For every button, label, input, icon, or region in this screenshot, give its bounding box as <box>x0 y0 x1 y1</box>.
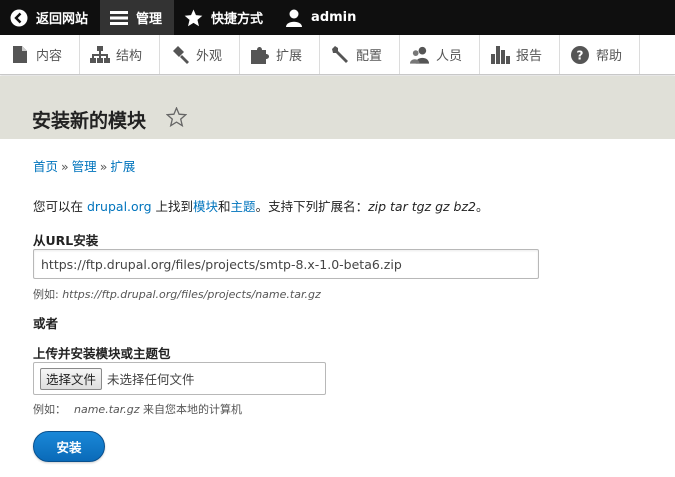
shortcuts-tab[interactable]: 快捷方式 <box>174 0 275 35</box>
url-install-hint: 例如: https://ftp.drupal.org/files/project… <box>33 286 321 302</box>
upload-hint: 例如： name.tar.gz 来自您本地的计算机 <box>33 401 242 417</box>
back-circle-icon <box>10 9 28 27</box>
user-tab[interactable]: admin <box>275 0 368 35</box>
breadcrumb-separator: » <box>99 159 108 174</box>
breadcrumb-admin[interactable]: 管理 <box>72 159 97 174</box>
paintbrush-icon <box>170 45 190 65</box>
bar-chart-icon <box>490 45 510 65</box>
tray-item-content[interactable]: 内容 <box>0 35 80 74</box>
wrench-icon <box>330 45 350 65</box>
tray-item-structure[interactable]: 结构 <box>80 35 160 74</box>
drupal-org-link[interactable]: drupal.org <box>87 199 152 214</box>
shortcuts-label: 快捷方式 <box>211 12 264 27</box>
back-to-site-label: 返回网站 <box>36 12 89 27</box>
page-header: 安装新的模块 <box>0 76 675 139</box>
tray-item-help[interactable]: ? 帮助 <box>560 35 640 74</box>
hint-suffix: 来自您本地的计算机 <box>139 403 243 416</box>
intro-mid2: 。支持下列扩展名： <box>255 199 369 214</box>
choose-file-button[interactable]: 选择文件 <box>40 367 103 390</box>
tray-item-people[interactable]: 人员 <box>400 35 480 74</box>
hint-prefix: 例如： <box>33 403 66 416</box>
user-icon <box>285 9 303 27</box>
tray-item-label: 外观 <box>196 49 223 64</box>
tray-item-label: 扩展 <box>276 49 303 64</box>
file-upload-field: 选择文件 未选择任何文件 <box>33 362 326 395</box>
hint-prefix: 例如: <box>33 288 63 301</box>
themes-link[interactable]: 主题 <box>231 199 256 214</box>
puzzle-icon <box>250 45 270 65</box>
hint-example: https://ftp.drupal.org/files/projects/na… <box>62 288 321 301</box>
intro-and: 和 <box>218 199 231 214</box>
structure-icon <box>90 45 110 65</box>
or-label: 或者 <box>33 316 59 331</box>
breadcrumb: 首页» 管理» 扩展 <box>33 156 135 175</box>
breadcrumb-extend[interactable]: 扩展 <box>110 159 135 174</box>
intro-suffix: 。 <box>475 199 489 214</box>
manage-tab[interactable]: 管理 <box>100 0 175 35</box>
upload-label: 上传并安装模块或主题包 <box>33 346 171 361</box>
tray-item-appearance[interactable]: 外观 <box>160 35 240 74</box>
admin-tray: 内容 结构 外观 扩展 配置 人员 报告 ? 帮助 <box>0 35 675 75</box>
url-install-label: 从URL安装 <box>33 233 99 248</box>
tray-item-reports[interactable]: 报告 <box>480 35 560 74</box>
tray-item-label: 配置 <box>356 49 383 64</box>
manage-label: 管理 <box>136 12 163 27</box>
tray-item-config[interactable]: 配置 <box>320 35 400 74</box>
intro-text: 您可以在 drupal.org 上找到模块和主题。支持下列扩展名：zip tar… <box>33 196 489 215</box>
breadcrumb-home[interactable]: 首页 <box>33 159 58 174</box>
breadcrumb-separator: » <box>61 159 69 174</box>
intro-prefix: 您可以在 <box>33 199 87 214</box>
file-icon <box>10 45 30 65</box>
page-title: 安装新的模块 <box>32 110 147 132</box>
tray-item-label: 帮助 <box>596 49 623 64</box>
modules-link[interactable]: 模块 <box>193 199 218 214</box>
hamburger-menu-icon <box>110 10 129 26</box>
tray-item-label: 内容 <box>36 49 63 64</box>
allowed-extensions: zip tar tgz gz bz2 <box>368 199 476 214</box>
tray-item-label: 报告 <box>516 49 543 64</box>
url-install-input[interactable] <box>33 249 539 279</box>
tray-item-label: 结构 <box>116 49 143 64</box>
file-status-text: 未选择任何文件 <box>107 372 195 387</box>
install-button[interactable]: 安装 <box>33 431 105 462</box>
admin-toolbar: 返回网站 管理 快捷方式 admin <box>0 0 675 35</box>
hint-example: name.tar.gz <box>74 403 140 416</box>
intro-mid: 上找到 <box>151 199 194 214</box>
tray-item-label: 人员 <box>436 49 463 64</box>
user-label: admin <box>311 10 357 25</box>
shortcut-star-icon[interactable] <box>165 106 188 131</box>
svg-text:?: ? <box>577 48 584 62</box>
back-to-site-link[interactable]: 返回网站 <box>0 0 100 35</box>
star-icon <box>184 8 203 27</box>
tray-item-extend[interactable]: 扩展 <box>240 35 320 74</box>
help-icon: ? <box>570 45 590 65</box>
people-icon <box>410 45 430 65</box>
